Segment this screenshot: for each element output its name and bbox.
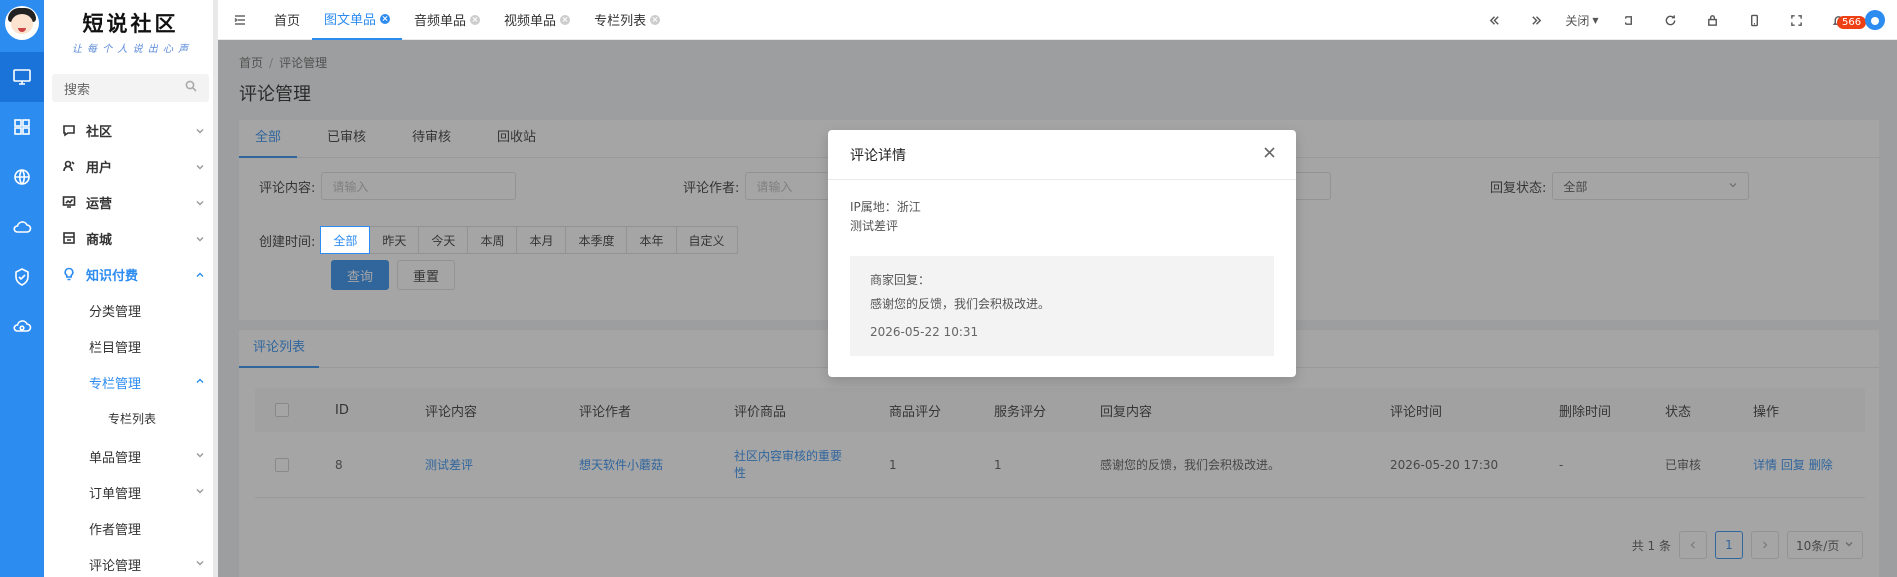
refresh-icon[interactable] (1649, 14, 1691, 27)
menu-item-special[interactable]: 专栏管理 (44, 364, 217, 400)
chevron-down-icon (195, 485, 205, 500)
user-avatar[interactable] (1865, 10, 1885, 30)
close-icon[interactable] (650, 14, 661, 25)
fullscreen-icon[interactable] (1775, 14, 1817, 27)
menu-label: 单品管理 (89, 450, 142, 466)
menu-item-users[interactable]: 用户 (44, 148, 217, 184)
chevron-down-icon (195, 125, 205, 135)
tab-image-text[interactable]: 图文单品 (312, 0, 403, 40)
close-icon[interactable] (1263, 146, 1276, 163)
menu-label: 社区 (86, 124, 113, 140)
close-tabs-dropdown[interactable]: 关闭 ▼ (1557, 12, 1607, 29)
modal-comment-content: 测试差评 (850, 219, 899, 233)
avatar[interactable] (5, 6, 39, 40)
menu-item-orders[interactable]: 订单管理 (44, 474, 217, 510)
menu-label: 用户 (86, 160, 113, 176)
chevron-up-icon (195, 269, 205, 279)
tab-audio[interactable]: 音频单品 (402, 0, 492, 40)
caret-down-icon: ▼ (1592, 15, 1599, 25)
menu-scrollbar[interactable] (213, 0, 217, 577)
menu-item-category[interactable]: 分类管理 (44, 292, 217, 328)
icon-rail (0, 0, 44, 577)
scroll-right-icon[interactable] (1515, 14, 1557, 27)
chevron-down-icon (195, 197, 205, 207)
menu-collapse-icon[interactable] (218, 13, 262, 27)
tab-special-list[interactable]: 专栏列表 (582, 0, 672, 40)
rail-apps-icon[interactable] (0, 102, 44, 152)
user-icon (62, 159, 76, 173)
chevron-down-icon (195, 233, 205, 243)
close-icon[interactable] (560, 14, 571, 25)
time-all-button[interactable]: 全部 (320, 226, 371, 254)
tab-label: 音频单品 (414, 14, 467, 29)
rail-globe-icon[interactable] (0, 152, 44, 202)
menu-label: 知识付费 (86, 268, 139, 284)
chevron-down-icon (195, 449, 205, 464)
rail-monitor-icon[interactable] (0, 52, 44, 102)
chat-icon (62, 123, 76, 137)
tab-label: 首页 (274, 14, 301, 29)
comment-detail-modal: 评论详情 IP属地：浙江 测试差评 商家回复： 感谢您的反馈，我们会积极改进。 … (828, 130, 1296, 377)
menu-item-community[interactable]: 社区 (44, 112, 217, 148)
brand-logo: 短说社区 (82, 11, 179, 36)
menu-item-comments[interactable]: 评论管理 (44, 546, 217, 577)
lightbulb-icon (62, 267, 76, 281)
menu-label: 作者管理 (89, 522, 142, 538)
mobile-icon[interactable] (1733, 14, 1775, 27)
modal-title: 评论详情 (850, 147, 906, 164)
chevron-down-icon (195, 161, 205, 171)
store-icon (62, 231, 76, 245)
chevron-up-icon (195, 375, 205, 390)
merchant-reply-box: 商家回复： 感谢您的反馈，我们会积极改进。 2026-05-22 10:31 (850, 256, 1274, 356)
menu-item-operations[interactable]: 运营 (44, 184, 217, 220)
tab-label: 专栏列表 (594, 14, 647, 29)
menu-label: 专栏列表 (108, 411, 157, 426)
close-tabs-label: 关闭 (1565, 13, 1590, 28)
toolbar: 关闭 ▼ 566 (1473, 0, 1897, 40)
exit-icon[interactable] (1607, 14, 1649, 27)
menu-label: 专栏管理 (89, 376, 142, 392)
menu-label: 商城 (86, 232, 113, 248)
rail-shield-icon[interactable] (0, 252, 44, 302)
reply-time: 2026-05-22 10:31 (870, 325, 979, 339)
search-icon (185, 80, 197, 96)
menu-label: 评论管理 (89, 558, 142, 574)
tab-home[interactable]: 首页 (262, 0, 312, 40)
top-bar: 首页 图文单品 音频单品 视频单品 专栏列表 关闭 ▼ 566 (218, 0, 1897, 40)
menu-label: 订单管理 (89, 486, 142, 502)
bell-icon[interactable]: 566 (1817, 14, 1867, 29)
modal-body: IP属地：浙江 测试差评 商家回复： 感谢您的反馈，我们会积极改进。 2026-… (828, 180, 1296, 374)
chart-board-icon (62, 195, 76, 209)
tab-label: 视频单品 (504, 14, 557, 29)
rail-cloud-icon[interactable] (0, 202, 44, 252)
menu-item-single[interactable]: 单品管理 (44, 438, 217, 474)
close-icon[interactable] (470, 14, 481, 25)
menu-item-mall[interactable]: 商城 (44, 220, 217, 256)
brand: 短说社区 让 每 个 人 说 出 心 声 (44, 0, 217, 58)
menu-item-knowledge[interactable]: 知识付费 (44, 256, 217, 292)
menu-label: 栏目管理 (89, 340, 142, 356)
lock-icon[interactable] (1691, 14, 1733, 27)
brand-slogan: 让 每 个 人 说 出 心 声 (71, 44, 190, 55)
menu-label: 分类管理 (89, 304, 142, 320)
tab-label: 图文单品 (324, 13, 377, 28)
reply-text: 感谢您的反馈，我们会积极改进。 (870, 297, 1051, 311)
menu-label: 运营 (86, 196, 113, 212)
menu-item-column[interactable]: 栏目管理 (44, 328, 217, 364)
menu-item-special-list[interactable]: 专栏列表 (44, 400, 217, 436)
notification-badge: 566 (1837, 15, 1867, 29)
scroll-left-icon[interactable] (1473, 14, 1515, 27)
menu-search-input[interactable]: 搜索 (52, 74, 209, 102)
rail-cloud-gear-icon[interactable] (0, 302, 44, 352)
tab-video[interactable]: 视频单品 (492, 0, 582, 40)
close-icon[interactable] (380, 13, 391, 24)
menu-item-authors[interactable]: 作者管理 (44, 510, 217, 546)
side-menu: 短说社区 让 每 个 人 说 出 心 声 搜索 社区 用户 运营 商城 知识付费… (44, 0, 218, 577)
reply-label: 商家回复： (870, 273, 931, 287)
modal-header: 评论详情 (828, 130, 1296, 180)
modal-ip-location: IP属地：浙江 (850, 200, 921, 214)
menu-search-placeholder: 搜索 (64, 82, 91, 98)
chevron-down-icon (195, 557, 205, 572)
